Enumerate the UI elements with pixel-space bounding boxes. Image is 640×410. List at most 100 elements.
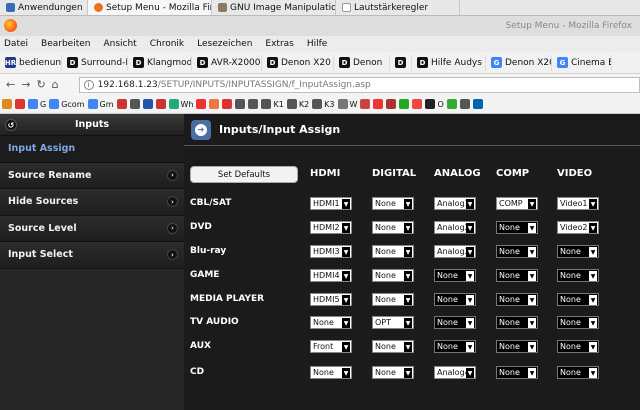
favicon-bookmark[interactable] (155, 99, 166, 109)
sidebar-item-source-level[interactable]: Source Level › (0, 215, 184, 242)
set-defaults-button[interactable]: Set Defaults (190, 166, 298, 183)
forward-arrow-icon[interactable]: → (21, 78, 30, 91)
input-assign-select[interactable]: None ▼ (496, 221, 538, 234)
favicon-bookmark[interactable] (399, 99, 410, 109)
menu-chronik[interactable]: Chronik (150, 39, 184, 49)
bookmark-item[interactable]: D Hilfe Audys (412, 54, 486, 71)
bookmark-item[interactable]: GCinema EQ (552, 54, 612, 71)
favicon-bookmark[interactable] (222, 99, 233, 109)
info-icon[interactable]: i (83, 79, 94, 90)
input-assign-select[interactable]: Front ▼ (310, 340, 352, 353)
input-assign-select[interactable]: None ▼ (434, 269, 476, 282)
bookmark-item[interactable]: D AVR-X2000 (192, 54, 262, 71)
bookmark-item[interactable]: D Surround-R (62, 54, 128, 71)
input-assign-select[interactable]: HDMI5 ▼ (310, 293, 352, 306)
taskbar-item-firefox[interactable]: Setup Menu - Mozilla Fir... (88, 0, 212, 15)
input-assign-select[interactable]: None ▼ (496, 269, 538, 282)
input-assign-select[interactable]: None ▼ (372, 197, 414, 210)
home-icon[interactable]: ⌂ (52, 78, 59, 91)
back-arrow-icon[interactable]: ➜ (191, 119, 211, 140)
input-assign-select[interactable]: None ▼ (372, 340, 414, 353)
taskbar-apps-menu[interactable]: Anwendungen (0, 0, 88, 15)
back-circle-icon[interactable]: ↺ (5, 119, 17, 131)
favicon-bookmark[interactable] (248, 99, 259, 109)
input-assign-select[interactable]: Analog2 ▼ (434, 221, 476, 234)
input-assign-select[interactable]: HDMI3 ▼ (310, 245, 352, 258)
input-assign-select[interactable]: None ▼ (434, 340, 476, 353)
url-bar[interactable]: i 192.168.1.23/SETUP/INPUTS/INPUTASSIGN/… (78, 76, 640, 93)
input-assign-select[interactable]: None ▼ (496, 366, 538, 379)
sidebar-item-input-select[interactable]: Input Select › (0, 242, 184, 269)
input-assign-select[interactable]: None ▼ (557, 366, 599, 379)
favicon-bookmark[interactable] (373, 99, 384, 109)
bookmark-item[interactable]: D Klangmodi (128, 54, 192, 71)
input-assign-select[interactable]: None ▼ (310, 366, 352, 379)
input-assign-select[interactable]: Analog4 ▼ (434, 366, 476, 379)
input-assign-select[interactable]: None ▼ (372, 245, 414, 258)
favicon-bookmark[interactable]: Gcom (49, 99, 85, 109)
input-assign-select[interactable]: None ▼ (496, 293, 538, 306)
input-assign-select[interactable]: HDMI2 ▼ (310, 221, 352, 234)
menu-lesezeichen[interactable]: Lesezeichen (197, 39, 252, 49)
favicon-bookmark[interactable] (412, 99, 423, 109)
menu-ansicht[interactable]: Ansicht (103, 39, 136, 49)
bookmark-item[interactable]: HRbedienung (0, 54, 62, 71)
favicon-bookmark[interactable]: Wh (168, 99, 193, 109)
input-assign-select[interactable]: None ▼ (557, 293, 599, 306)
menu-extras[interactable]: Extras (265, 39, 293, 49)
favicon-bookmark[interactable]: Gm (87, 99, 114, 109)
input-assign-select[interactable]: None ▼ (557, 269, 599, 282)
taskbar-item-volume[interactable]: Lautstärkeregler (336, 0, 460, 15)
input-assign-select[interactable]: HDMI4 ▼ (310, 269, 352, 282)
input-assign-select[interactable]: None ▼ (372, 221, 414, 234)
bookmark-item[interactable]: D Denon X20 (262, 54, 334, 71)
menu-bearbeiten[interactable]: Bearbeiten (41, 39, 90, 49)
input-assign-select[interactable]: Video1 ▼ (557, 197, 599, 210)
favicon-bookmark[interactable] (446, 99, 457, 109)
favicon-bookmark[interactable] (196, 99, 207, 109)
input-assign-select[interactable]: None ▼ (434, 293, 476, 306)
input-assign-select[interactable]: Analog3 ▼ (434, 245, 476, 258)
input-assign-select[interactable]: HDMI1 ▼ (310, 197, 352, 210)
favicon-bookmark[interactable] (129, 99, 140, 109)
sidebar-item-source-rename[interactable]: Source Rename › (0, 162, 184, 189)
input-assign-select[interactable]: Analog1 ▼ (434, 197, 476, 210)
favicon-bookmark[interactable] (116, 99, 127, 109)
favicon-bookmark[interactable]: K3 (312, 99, 335, 109)
favicon-bookmark[interactable] (235, 99, 246, 109)
input-assign-select[interactable]: None ▼ (557, 316, 599, 329)
input-assign-select[interactable]: None ▼ (372, 269, 414, 282)
favicon-bookmark[interactable] (142, 99, 153, 109)
menu-hilfe[interactable]: Hilfe (307, 39, 327, 49)
input-assign-select[interactable]: None ▼ (310, 316, 352, 329)
input-assign-select[interactable]: None ▼ (434, 316, 476, 329)
bookmark-item[interactable]: D (390, 54, 412, 71)
input-assign-select[interactable]: None ▼ (496, 245, 538, 258)
taskbar-item-gimp[interactable]: GNU Image Manipulatio... (212, 0, 336, 15)
input-assign-select[interactable]: OPT ▼ (372, 316, 414, 329)
bookmark-item[interactable]: G Denon X20 (486, 54, 552, 71)
favicon-bookmark[interactable]: K1 (261, 99, 284, 109)
input-assign-select[interactable]: None ▼ (557, 245, 599, 258)
favicon-bookmark[interactable] (2, 99, 12, 109)
back-arrow-icon[interactable]: ← (6, 78, 15, 91)
reload-icon[interactable]: ↻ (36, 78, 45, 91)
input-assign-select[interactable]: None ▼ (557, 340, 599, 353)
bookmark-item[interactable]: D Denon (334, 54, 390, 71)
input-assign-select[interactable]: None ▼ (372, 366, 414, 379)
favicon-bookmark[interactable]: O (425, 99, 444, 109)
favicon-bookmark[interactable] (360, 99, 371, 109)
favicon-bookmark[interactable]: W (337, 99, 357, 109)
menu-datei[interactable]: Datei (4, 39, 28, 49)
favicon-bookmark[interactable]: K2 (286, 99, 309, 109)
input-assign-select[interactable]: None ▼ (372, 293, 414, 306)
input-assign-select[interactable]: Video2 ▼ (557, 221, 599, 234)
favicon-bookmark[interactable] (386, 99, 397, 109)
sidebar-item-hide-sources[interactable]: Hide Sources › (0, 189, 184, 216)
favicon-bookmark[interactable] (459, 99, 470, 109)
favicon-bookmark[interactable] (15, 99, 25, 109)
input-assign-select[interactable]: None ▼ (496, 340, 538, 353)
sidebar-item-input-assign[interactable]: Input Assign (0, 136, 184, 163)
input-assign-select[interactable]: None ▼ (496, 316, 538, 329)
favicon-bookmark[interactable]: G (28, 99, 46, 109)
